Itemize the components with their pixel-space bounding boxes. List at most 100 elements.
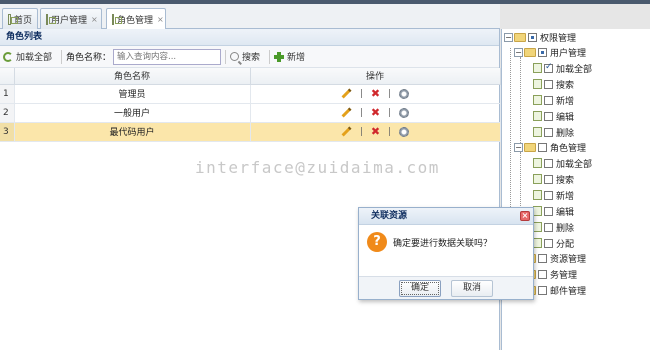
tree-leaf-label: 搜索 [556,80,575,91]
page-icon [533,238,542,248]
delete-x-icon[interactable]: ✖ [371,126,380,137]
table-row[interactable]: 2 一般用户 | ✖ | [0,103,501,123]
folder-icon [524,47,536,57]
row-number: 2 [0,103,15,123]
column-header-role-name[interactable]: 角色名称 [14,68,251,85]
tab-home[interactable]: 首页 [2,8,38,29]
tree-checkbox[interactable] [538,269,547,279]
search-input[interactable] [113,48,222,65]
dialog-title: 关联资源 [371,211,408,221]
tree-checkbox[interactable] [544,62,553,73]
tree-leaf[interactable]: 搜索 [533,76,574,92]
search-button[interactable]: 搜索 [230,50,260,63]
delete-x-icon[interactable]: ✖ [371,88,380,99]
table-row-selected[interactable]: 3 最代码用户 | ✖ | [0,122,501,142]
tree-checkbox[interactable] [528,32,537,42]
edit-pencil-icon[interactable] [341,88,352,99]
tree-leaf[interactable]: 加载全部 [533,155,592,171]
role-name-cell[interactable]: 管理员 [14,84,251,104]
operations-cell: | ✖ | [250,122,501,142]
page-icon [533,127,542,137]
op-separator: | [388,107,392,118]
question-icon: ? [367,232,387,252]
tree-node-role-management[interactable]: − 角色管理 [514,139,586,155]
tree-checkbox[interactable] [544,79,553,89]
op-separator: | [359,126,363,137]
gear-icon[interactable] [399,88,410,99]
tree-leaf[interactable]: 加载全部 [533,60,592,76]
confirm-dialog: 关联资源 × ? 确定要进行数据关联吗？ 确定 取消 [358,207,534,300]
page-icon [533,95,542,105]
tree-checkbox[interactable] [544,95,553,105]
tree-node-label: 邮件管理 [550,286,587,297]
tab-label: 角色管理 [117,16,154,26]
tree-checkbox[interactable] [544,127,553,137]
page-icon [533,111,542,121]
tree-checkbox[interactable] [544,222,553,232]
load-all-button[interactable]: 加载全部 [3,50,52,63]
operations-cell: | ✖ | [250,84,501,104]
dialog-message: 确定要进行数据关联吗？ [393,239,493,249]
tree-checkbox[interactable] [538,253,547,263]
tree-checkbox[interactable] [544,158,553,168]
tree-checkbox[interactable] [544,174,553,184]
edit-pencil-icon[interactable] [341,126,352,137]
dialog-title-bar[interactable]: 关联资源 × [359,208,533,225]
table-row[interactable]: 1 管理员 | ✖ | [0,84,501,104]
confirm-button[interactable]: 确定 [399,279,441,297]
close-icon[interactable]: × [520,211,530,221]
tree-node-label: 资源管理 [550,254,587,265]
refresh-icon [3,51,13,62]
role-name-cell[interactable]: 一般用户 [14,103,251,123]
tree-checkbox[interactable] [538,142,547,152]
tree-checkbox[interactable] [544,206,553,216]
tree-node-user-management[interactable]: − 用户管理 [514,44,586,60]
cancel-button[interactable]: 取消 [451,279,493,297]
page-icon [533,222,542,232]
edit-pencil-icon[interactable] [341,107,352,118]
tree-leaf[interactable]: 删除 [533,219,574,235]
tree-node-label: 权限管理 [540,33,577,44]
add-button[interactable]: 新增 [274,50,305,63]
load-all-label: 加载全部 [16,53,53,63]
watermark-text: interface@zuidaima.com [195,158,440,177]
tree-leaf[interactable]: 编辑 [533,108,574,124]
tree-checkbox[interactable] [538,285,547,295]
collapse-toggle-icon[interactable]: − [504,32,513,42]
op-separator: | [359,88,363,99]
search-icon [230,52,240,61]
tree-leaf[interactable]: 新增 [533,187,574,203]
tree-leaf[interactable]: 搜索 [533,171,574,187]
dialog-footer: 确定 取消 [359,276,533,299]
tab-user-management[interactable]: 用户管理 × [40,8,102,29]
page-icon [8,13,18,25]
tree-leaf-label: 分配 [556,239,575,250]
tree-checkbox[interactable] [544,238,553,248]
tree-node-label: 角色管理 [550,143,587,154]
tree-checkbox[interactable] [544,190,553,200]
tree-leaf[interactable]: 编辑 [533,203,574,219]
gear-icon[interactable] [399,126,410,137]
toolbar-separator [225,49,227,64]
table-header-row: 角色名称 操作 [0,68,501,85]
page-icon [533,174,542,184]
permission-tree-panel: − 权限管理 − 用户管理 加载全部 搜索 新增 编辑 删除 − 角色管 [501,29,650,350]
toolbar: 加载全部 角色名称： 搜索 新增 [0,46,499,68]
tab-role-management[interactable]: 角色管理 × [106,8,166,30]
tree-node-root[interactable]: − 权限管理 [504,29,576,45]
tree-checkbox[interactable] [538,47,547,57]
tree-leaf[interactable]: 删除 [533,124,574,140]
tree-checkbox[interactable] [544,111,553,121]
tree-leaf-label: 加载全部 [556,159,593,170]
close-icon[interactable]: × [157,15,164,24]
collapse-toggle-icon[interactable]: − [514,142,523,152]
close-icon[interactable]: × [91,15,98,24]
column-header-operations[interactable]: 操作 [250,68,501,85]
gear-icon[interactable] [399,107,410,118]
folder-icon [514,32,526,42]
tree-leaf[interactable]: 分配 [533,235,574,251]
collapse-toggle-icon[interactable]: − [514,47,523,57]
tree-leaf[interactable]: 新增 [533,92,574,108]
role-name-cell[interactable]: 最代码用户 [14,122,251,142]
delete-x-icon[interactable]: ✖ [371,107,380,118]
